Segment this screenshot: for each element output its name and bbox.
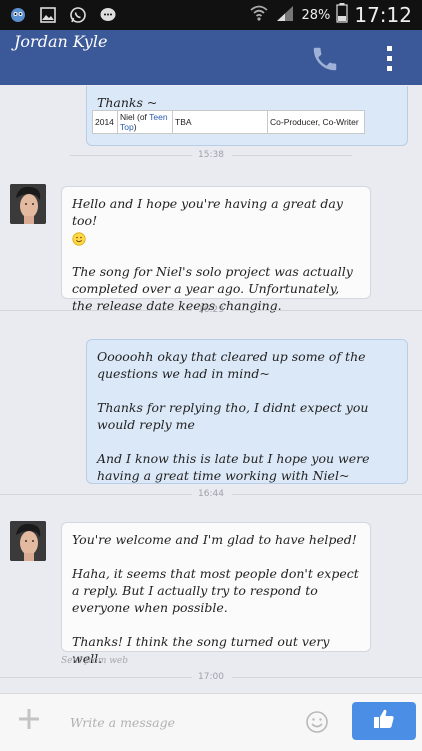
message-text: You're welcome and I'm glad to have help… bbox=[72, 532, 359, 666]
table-row: 2014 Niel (of Teen Top) TBA Co-Producer,… bbox=[92, 110, 365, 134]
gallery-notification-icon bbox=[38, 5, 58, 25]
message-bubble-incoming: You're welcome and I'm glad to have help… bbox=[61, 522, 371, 666]
table-cell-name: Niel (of Teen Top) bbox=[117, 110, 173, 134]
battery-icon bbox=[336, 3, 348, 27]
smiley-icon[interactable] bbox=[305, 710, 329, 734]
timestamp: 16:44 bbox=[198, 489, 224, 499]
conversation-header: Jordan Kyle bbox=[0, 30, 422, 85]
message-text: Thanks ~ bbox=[97, 95, 158, 110]
shared-table: 2014 Niel (of Teen Top) TBA Co-Producer,… bbox=[92, 110, 365, 134]
smiley-emoji bbox=[72, 231, 86, 246]
like-button[interactable] bbox=[352, 702, 416, 740]
system-indicators: 28% 17:12 bbox=[249, 3, 412, 27]
app-notification-icon bbox=[8, 5, 28, 25]
timestamp: 15:38 bbox=[198, 150, 224, 160]
table-cell-album: TBA bbox=[172, 110, 268, 134]
message-bubble-outgoing: Ooooohh okay that cleared up some of the… bbox=[86, 339, 408, 484]
signal-icon bbox=[275, 4, 295, 26]
table-cell-year: 2014 bbox=[92, 110, 118, 134]
message-composer: Write a message bbox=[0, 693, 422, 751]
phone-icon[interactable] bbox=[310, 44, 340, 74]
table-cell-role: Co-Producer, Co-Writer bbox=[267, 110, 365, 134]
thumbs-up-icon bbox=[372, 707, 396, 735]
message-bubble-outgoing: Thanks ~ 2014 Niel (of Teen Top) TBA Co-… bbox=[86, 86, 408, 146]
message-source-label: Sent from web bbox=[61, 656, 129, 666]
battery-percentage: 28% bbox=[301, 7, 331, 23]
timestamp: 16:23 bbox=[198, 305, 224, 315]
plus-icon[interactable] bbox=[18, 708, 40, 730]
avatar[interactable] bbox=[10, 184, 46, 224]
message-text: Ooooohh okay that cleared up some of the… bbox=[97, 349, 370, 483]
notification-icons bbox=[8, 5, 118, 25]
overflow-menu-icon[interactable] bbox=[384, 44, 396, 74]
message-bubble-incoming: Hello and I hope you're having a great d… bbox=[61, 186, 371, 313]
message-input[interactable]: Write a message bbox=[70, 715, 175, 730]
wifi-icon bbox=[249, 4, 269, 26]
timestamp: 17:00 bbox=[198, 672, 224, 682]
avatar[interactable] bbox=[10, 521, 46, 561]
message-text: Hello and I hope you're having a great d… bbox=[72, 196, 357, 313]
whatsapp-notification-icon bbox=[68, 5, 88, 25]
status-bar: 28% 17:12 bbox=[0, 0, 422, 30]
chat-notification-icon bbox=[98, 5, 118, 25]
clock: 17:12 bbox=[354, 3, 412, 27]
contact-name[interactable]: Jordan Kyle bbox=[14, 32, 107, 51]
